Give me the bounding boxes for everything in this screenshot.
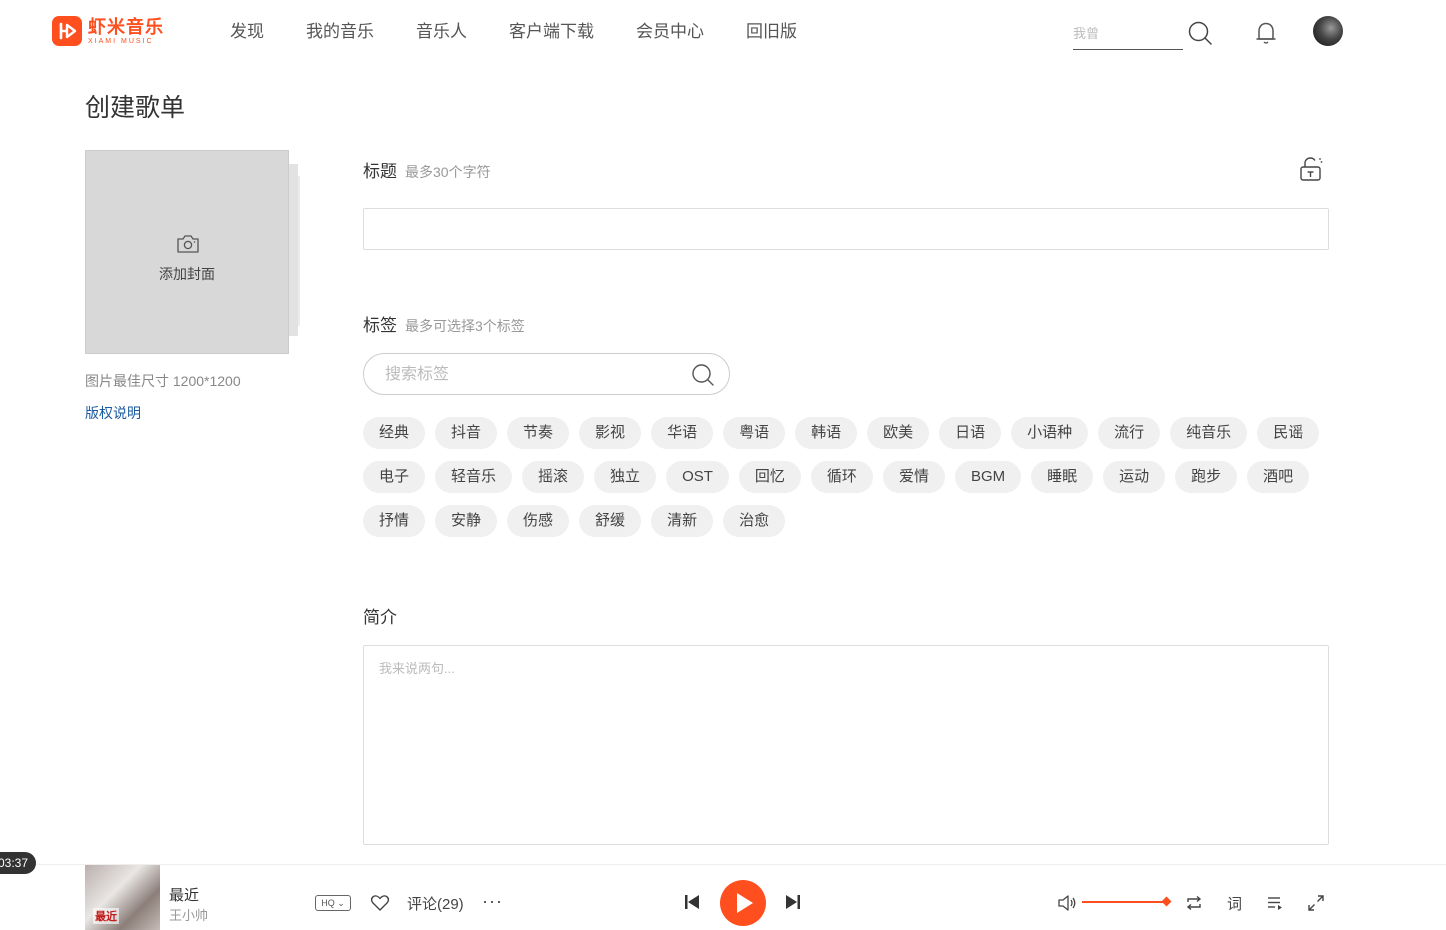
add-cover-button[interactable]: 添加封面 <box>85 150 289 354</box>
tag[interactable]: 节奏 <box>507 417 570 449</box>
tag[interactable]: 运动 <box>1103 461 1166 493</box>
tags-label: 标签 <box>363 316 397 335</box>
tag-row: 抒情 安静 伤感 舒缓 清新 治愈 <box>363 505 1343 537</box>
album-art-text: 最近 <box>93 908 119 924</box>
tag[interactable]: 回忆 <box>738 461 801 493</box>
logo-text: 虾米音乐 XIAMI MUSIC <box>88 18 164 45</box>
tag[interactable]: OST <box>666 461 729 493</box>
nav-my-music[interactable]: 我的音乐 <box>306 20 374 44</box>
quality-selector[interactable]: HQ ⌄ <box>315 895 351 911</box>
tag[interactable]: 爱情 <box>882 461 945 493</box>
tags-field-label: 标签 最多可选择3个标签 <box>363 311 525 336</box>
tag[interactable]: 纯音乐 <box>1170 417 1248 449</box>
tag[interactable]: 跑步 <box>1175 461 1238 493</box>
tag[interactable]: 日语 <box>939 417 1002 449</box>
album-art[interactable]: 最近 <box>85 865 160 930</box>
play-button[interactable] <box>720 880 766 926</box>
add-cover-label: 添加封面 <box>159 266 215 282</box>
tag-list: 经典 抖音 节奏 影视 华语 粤语 韩语 欧美 日语 小语种 流行 纯音乐 民谣… <box>363 417 1343 549</box>
title-label: 标题 <box>363 162 397 181</box>
tag[interactable]: 华语 <box>651 417 714 449</box>
xiami-logo[interactable]: 虾米音乐 XIAMI MUSIC <box>52 16 164 46</box>
tag[interactable]: 民谣 <box>1257 417 1320 449</box>
camera-icon <box>177 235 199 253</box>
play-icon <box>737 893 753 913</box>
title-field-label: 标题 最多30个字符 <box>363 157 491 182</box>
nav-vip-center[interactable]: 会员中心 <box>636 20 704 44</box>
tag-search-input[interactable] <box>385 363 675 387</box>
top-header: 虾米音乐 XIAMI MUSIC 发现 我的音乐 音乐人 客户端下载 会员中心 … <box>0 0 1446 64</box>
page-title: 创建歌单 <box>85 94 186 122</box>
tag[interactable]: 电子 <box>363 461 426 493</box>
elapsed-time-badge: 03:37 <box>0 852 37 874</box>
tag-search <box>363 353 730 395</box>
tag[interactable]: 小语种 <box>1011 417 1089 449</box>
tag[interactable]: 粤语 <box>723 417 786 449</box>
header-search-input[interactable] <box>1073 20 1183 46</box>
tag[interactable]: 摇滚 <box>522 461 585 493</box>
nav-musicians[interactable]: 音乐人 <box>416 20 467 44</box>
description-input[interactable] <box>379 658 1309 828</box>
nav-discover[interactable]: 发现 <box>230 20 264 44</box>
tag[interactable]: 酒吧 <box>1247 461 1310 493</box>
next-icon[interactable] <box>784 892 802 912</box>
playlist-icon[interactable] <box>1266 894 1284 912</box>
logo-text-cn: 虾米音乐 <box>88 16 164 37</box>
song-artist[interactable]: 王小帅 <box>169 905 208 924</box>
title-input[interactable] <box>363 208 1329 250</box>
tag[interactable]: 独立 <box>594 461 657 493</box>
tag[interactable]: 经典 <box>363 417 426 449</box>
tag[interactable]: 舒缓 <box>579 505 642 537</box>
volume-handle[interactable] <box>1161 896 1172 907</box>
player-bar: 最近 最近 王小帅 HQ ⌄ 评论(29) ··· 词 <box>0 864 1446 930</box>
song-title[interactable]: 最近 <box>169 884 199 905</box>
fullscreen-icon[interactable] <box>1307 894 1325 912</box>
search-icon[interactable] <box>691 363 715 387</box>
description-box <box>363 645 1329 845</box>
tags-hint: 最多可选择3个标签 <box>405 318 525 334</box>
tag[interactable]: 循环 <box>810 461 873 493</box>
tag-row: 经典 抖音 节奏 影视 华语 粤语 韩语 欧美 日语 小语种 流行 纯音乐 民谣 <box>363 417 1343 449</box>
quality-label: HQ <box>321 898 335 908</box>
unlock-icon[interactable] <box>1298 156 1324 182</box>
volume-slider[interactable] <box>1082 901 1168 903</box>
tag[interactable]: 抖音 <box>435 417 498 449</box>
tag[interactable]: 安静 <box>435 505 498 537</box>
main-nav: 发现 我的音乐 音乐人 客户端下载 会员中心 回旧版 <box>230 20 839 44</box>
repeat-icon[interactable] <box>1184 893 1204 913</box>
logo-icon <box>52 16 82 46</box>
logo-text-en: XIAMI MUSIC <box>88 37 154 45</box>
tag[interactable]: 治愈 <box>723 505 786 537</box>
cover-stack-shadow <box>288 164 298 336</box>
tag-row: 电子 轻音乐 摇滚 独立 OST 回忆 循环 爱情 BGM 睡眠 运动 跑步 酒… <box>363 461 1343 493</box>
description-label: 简介 <box>363 608 397 627</box>
tag[interactable]: 流行 <box>1098 417 1161 449</box>
tag[interactable]: 轻音乐 <box>435 461 513 493</box>
previous-icon[interactable] <box>683 892 701 912</box>
tag[interactable]: 睡眠 <box>1031 461 1094 493</box>
tag[interactable]: BGM <box>954 461 1022 493</box>
nav-old-version[interactable]: 回旧版 <box>746 20 797 44</box>
volume-icon[interactable] <box>1057 893 1077 913</box>
comments-link[interactable]: 评论(29) <box>407 893 464 914</box>
nav-client-download[interactable]: 客户端下载 <box>509 20 594 44</box>
tag[interactable]: 韩语 <box>795 417 858 449</box>
tag[interactable]: 影视 <box>579 417 642 449</box>
lyrics-button[interactable]: 词 <box>1227 893 1242 914</box>
user-avatar[interactable] <box>1313 16 1343 46</box>
tag[interactable]: 伤感 <box>507 505 570 537</box>
header-search <box>1073 20 1183 50</box>
search-icon[interactable] <box>1187 20 1213 46</box>
tag[interactable]: 清新 <box>651 505 714 537</box>
tag[interactable]: 抒情 <box>363 505 426 537</box>
tag[interactable]: 欧美 <box>867 417 930 449</box>
copyright-link[interactable]: 版权说明 <box>85 403 141 423</box>
bell-icon[interactable] <box>1254 20 1278 46</box>
heart-icon[interactable] <box>370 893 390 913</box>
title-hint: 最多30个字符 <box>405 164 491 180</box>
cover-size-hint: 图片最佳尺寸 1200*1200 <box>85 373 241 389</box>
more-icon[interactable]: ··· <box>482 891 503 912</box>
